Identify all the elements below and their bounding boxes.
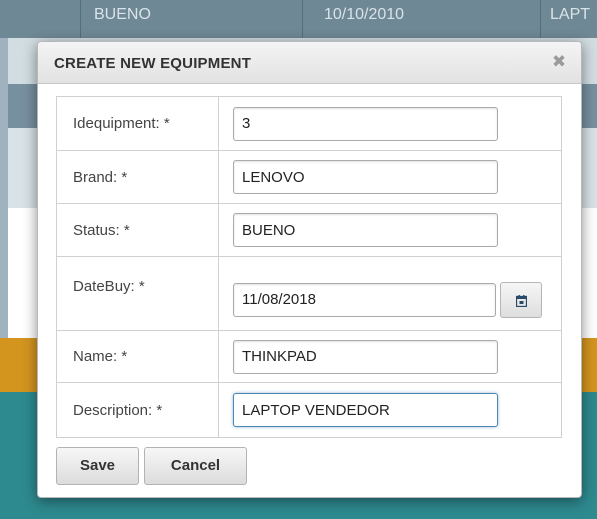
calendar-button[interactable] xyxy=(500,281,542,318)
idequipment-input[interactable] xyxy=(233,106,498,141)
column-divider xyxy=(80,0,81,38)
calendar-icon xyxy=(516,294,527,307)
form-row-name: Name: * xyxy=(56,330,562,383)
datebuy-input[interactable] xyxy=(233,282,496,317)
description-input[interactable] xyxy=(233,393,498,427)
background-table-row: BUENO 10/10/2010 LAPT xyxy=(0,0,597,38)
background-cell-date: 10/10/2010 xyxy=(324,6,405,23)
idequipment-label: Idequipment: * xyxy=(56,96,219,151)
form-row-description: Description: * xyxy=(56,382,562,438)
cancel-button[interactable]: Cancel xyxy=(144,447,247,485)
dialog-title: CREATE NEW EQUIPMENT xyxy=(54,55,252,72)
background-left-column xyxy=(0,38,8,338)
form-row-datebuy: DateBuy: * xyxy=(56,256,562,331)
save-button[interactable]: Save xyxy=(56,447,139,485)
column-divider xyxy=(302,0,303,38)
description-label: Description: * xyxy=(56,382,219,438)
background-cell-status: BUENO xyxy=(94,6,151,23)
form-row-brand: Brand: * xyxy=(56,150,562,204)
name-label: Name: * xyxy=(56,330,219,383)
create-equipment-dialog: CREATE NEW EQUIPMENT ✖ Idequipment: * Br… xyxy=(37,41,582,498)
dialog-header[interactable]: CREATE NEW EQUIPMENT ✖ xyxy=(38,42,581,84)
datebuy-label: DateBuy: * xyxy=(56,256,219,331)
form-row-status: Status: * xyxy=(56,203,562,257)
name-input[interactable] xyxy=(233,339,498,374)
brand-label: Brand: * xyxy=(56,150,219,204)
background-cell-name: LAPT xyxy=(550,6,591,23)
equipment-form: Idequipment: * Brand: * Status: * DateBu… xyxy=(56,96,562,438)
close-icon[interactable]: ✖ xyxy=(549,52,569,72)
brand-input[interactable] xyxy=(233,160,498,194)
status-input[interactable] xyxy=(233,213,498,247)
status-label: Status: * xyxy=(56,203,219,257)
column-divider xyxy=(540,0,541,38)
form-row-idequipment: Idequipment: * xyxy=(56,96,562,151)
